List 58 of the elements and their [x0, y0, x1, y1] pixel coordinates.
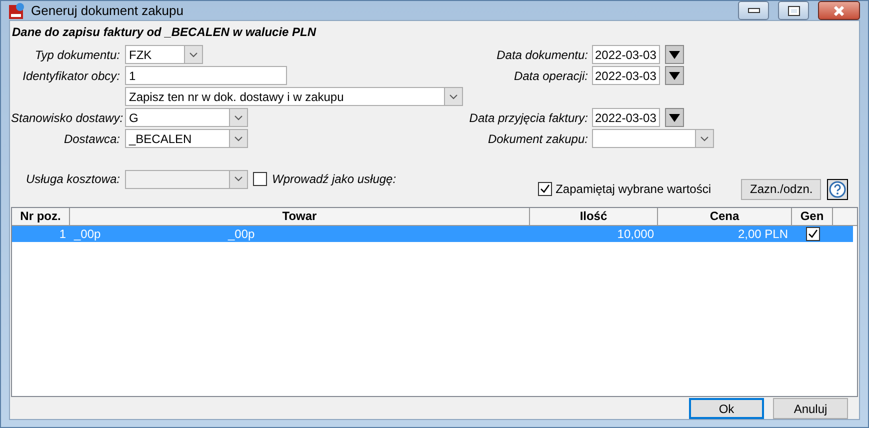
checkbox-label: Zapamiętaj wybrane wartości — [556, 182, 711, 196]
app-icon — [9, 2, 25, 18]
checkbox[interactable] — [253, 172, 267, 186]
checkbox[interactable] — [806, 227, 820, 241]
field-label: Data przyjęcia faktury: — [468, 110, 588, 124]
supplier-select[interactable]: _BECALEN — [125, 129, 248, 148]
date-field[interactable]: 2022-03-03 — [592, 66, 660, 85]
table-cell-text: _00p — [72, 226, 102, 242]
identifier-field[interactable]: 1 — [125, 66, 287, 85]
table-cell-text: _00p — [226, 226, 256, 242]
field-label: Identyfikator obcy: — [22, 68, 120, 82]
field-label: Dokument zakupu: — [486, 132, 588, 146]
date-field[interactable]: 2022-03-03 — [592, 45, 660, 64]
checkbox[interactable] — [538, 182, 552, 196]
document-type-select[interactable]: FZK — [125, 45, 203, 64]
triangle-down-icon — [669, 114, 680, 122]
checkbox-label: Wprowadź jako usługę: — [272, 172, 396, 186]
chevron-down-icon — [700, 136, 709, 142]
station-select[interactable]: G — [125, 108, 248, 127]
triangle-down-icon — [669, 72, 680, 80]
column-header[interactable]: Ilość — [530, 208, 658, 226]
field-label: Typ dokumentu: — [34, 48, 120, 62]
table-cell-text: 10,000 — [616, 226, 655, 242]
help-icon — [829, 180, 846, 198]
maximize-icon — [788, 6, 800, 16]
minimize-button[interactable] — [738, 1, 769, 20]
column-header[interactable]: Cena — [658, 208, 792, 226]
select-toggle-button[interactable]: Zazn./odzn. — [741, 178, 821, 200]
chevron-down-icon — [234, 176, 243, 182]
chevron-down-icon — [189, 52, 198, 58]
minimize-icon — [748, 8, 760, 13]
dialog-button[interactable]: Anuluj — [773, 398, 848, 419]
field-label: Data operacji: — [512, 68, 588, 82]
field-label: Dostawca: — [62, 132, 120, 146]
column-header[interactable]: Gen — [792, 208, 833, 226]
field-label: Stanowisko dostawy: — [11, 110, 120, 124]
calendar-button[interactable] — [665, 45, 684, 64]
dialog-heading: Dane do zapisu faktury od _BECALEN w walucie PLN — [12, 25, 318, 39]
column-header[interactable]: Nr poz. — [12, 208, 70, 226]
dialog-button[interactable]: Ok — [689, 398, 764, 419]
help-button[interactable] — [827, 178, 848, 200]
maximize-button[interactable] — [778, 1, 809, 20]
close-button[interactable] — [818, 1, 860, 20]
chevron-down-icon — [234, 114, 243, 120]
chevron-down-icon — [449, 94, 458, 100]
field-label: Data dokumentu: — [496, 48, 588, 62]
close-icon — [833, 6, 845, 16]
save-option-select[interactable]: Zapisz ten nr w dok. dostawy i w zakupu — [125, 87, 463, 106]
calendar-button[interactable] — [665, 66, 684, 85]
window-title: Generuj dokument zakupu — [31, 3, 184, 18]
date-field[interactable]: 2022-03-03 — [592, 108, 660, 127]
triangle-down-icon — [669, 50, 680, 58]
calendar-button[interactable] — [665, 108, 684, 127]
table-cell-text: 1 — [58, 226, 67, 242]
chevron-down-icon — [234, 136, 243, 142]
field-label: Usługa kosztowa: — [24, 172, 120, 186]
table-cell-text: 2,00 PLN — [736, 226, 789, 242]
column-header[interactable]: Towar — [70, 208, 530, 226]
